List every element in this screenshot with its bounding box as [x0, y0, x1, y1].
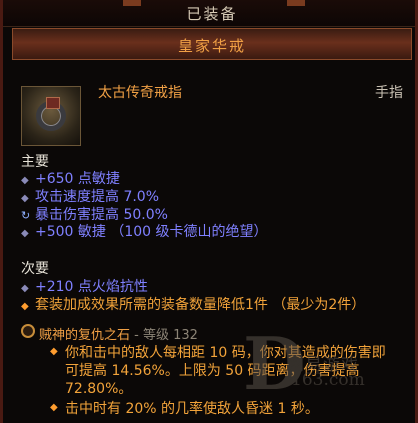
- item-name: 皇家华戒: [177, 37, 246, 55]
- stat-bullet-icon: ◆: [21, 283, 29, 294]
- item-slot: 手指: [375, 85, 403, 101]
- primary-stat: ◆ +500 敏捷 （100 级卡德山的绝望）: [21, 224, 268, 240]
- set-bonus-stat: ◆ 套装加成效果所需的装备数量降低1件 （最少为2件）: [21, 297, 366, 313]
- gem-effect-bullet-icon: ◆: [50, 346, 58, 357]
- legendary-gem-level: - 等级 132: [130, 328, 198, 343]
- legendary-gem-name: 贼神的复仇之石: [39, 328, 131, 343]
- equipped-header: 已装备: [3, 0, 415, 27]
- secondary-stat: ◆ +210 点火焰抗性: [21, 279, 148, 295]
- stat-bullet-icon: ◆: [21, 175, 29, 186]
- gem-effect-line: 你和击中的敌人每相距 10 码，你对其造成的伤害即: [65, 345, 386, 361]
- primary-stat: ◆ 攻击速度提高 7.0%: [21, 189, 160, 205]
- legendary-gem-icon: [21, 324, 35, 338]
- item-title-bar: 皇家华戒: [12, 28, 412, 60]
- ring-gem-icon: [46, 97, 60, 109]
- equipped-label: 已装备: [186, 5, 238, 23]
- secondary-section-label: 次要: [21, 261, 49, 277]
- primary-stat: ◆ +650 点敏捷: [21, 171, 120, 187]
- gem-effect-line: 72.80%。: [65, 381, 133, 397]
- gem-effect-bullet-icon: ◆: [50, 402, 58, 413]
- gem-effect-line: 击中时有 20% 的几率使敌人昏迷 1 秒。: [65, 401, 319, 417]
- item-tooltip: 已装备 皇家华戒 太古传奇戒指 手指 主要 ◆ +650 点敏捷 ◆ 攻击速度提高 …: [0, 0, 418, 423]
- legendary-gem-title: 贼神的复仇之石 - 等级 132: [39, 324, 198, 343]
- gem-effect-line: 可提高 14.56%。上限为 50 码距离，伤害提高: [65, 363, 360, 379]
- item-icon-frame: [21, 86, 81, 146]
- stat-bullet-icon: ◆: [21, 301, 29, 312]
- item-type: 太古传奇戒指: [98, 85, 182, 101]
- stat-bullet-icon: ◆: [21, 193, 29, 204]
- stat-bullet-icon: ◆: [21, 228, 29, 239]
